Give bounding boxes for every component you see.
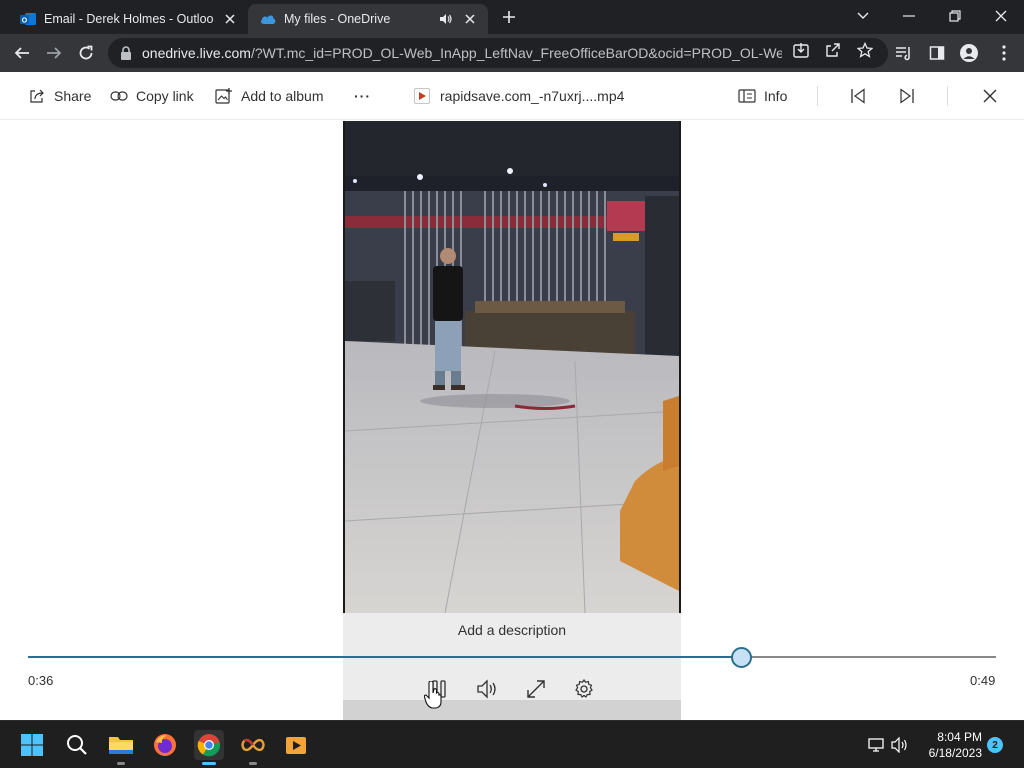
next-item-button[interactable] <box>895 84 919 108</box>
windows-start-icon[interactable] <box>17 730 47 760</box>
current-time: 0:36 <box>28 673 54 688</box>
more-options-label: ··· <box>354 88 371 104</box>
info-label: Info <box>764 88 788 104</box>
seek-bar-progress <box>28 656 741 658</box>
close-icon <box>983 89 997 103</box>
file-name-label: rapidsave.com_-n7uxrj....mp4 <box>440 88 625 104</box>
network-icon[interactable] <box>866 735 886 755</box>
tab-title: My files - OneDrive <box>284 12 391 26</box>
video-content <box>345 121 679 613</box>
close-viewer-button[interactable] <box>978 84 1002 108</box>
close-tab-icon[interactable] <box>462 11 478 27</box>
share-label: Share <box>54 88 92 104</box>
previous-item-button[interactable] <box>846 84 870 108</box>
notification-badge[interactable]: 2 <box>987 737 1003 753</box>
browser-toolbar: onedrive.live.com/?WT.mc_id=PROD_OL-Web_… <box>0 34 1024 72</box>
forward-icon[interactable] <box>42 41 66 65</box>
onedrive-icon <box>260 11 276 27</box>
address-bar[interactable]: onedrive.live.com/?WT.mc_id=PROD_OL-Web_… <box>108 38 888 68</box>
video-frame[interactable]: Add a description <box>343 121 681 720</box>
search-icon[interactable] <box>62 730 92 760</box>
fullscreen-button[interactable] <box>523 677 549 701</box>
outlook-icon: O <box>20 11 36 27</box>
share-icon <box>28 87 46 105</box>
viewer-command-bar: Share Copy link Add to album ··· rapidsa… <box>0 72 1024 120</box>
url-path: /?WT.mc_id=PROD_OL-Web_InApp_LeftNav_Fre… <box>250 45 782 61</box>
reload-icon[interactable] <box>74 41 98 65</box>
description-field[interactable]: Add a description <box>343 622 681 638</box>
info-pane-icon <box>738 87 756 105</box>
install-app-icon[interactable] <box>792 41 810 59</box>
lock-icon[interactable] <box>120 46 132 60</box>
browser-tab-strip: O Email - Derek Holmes - Outlook My file… <box>0 0 1024 34</box>
restore-icon[interactable] <box>932 0 978 32</box>
volume-tray-icon[interactable] <box>890 735 910 755</box>
album-icon <box>215 87 233 105</box>
add-to-album-button[interactable]: Add to album <box>215 84 324 108</box>
expand-icon <box>527 680 545 698</box>
side-panel-icon[interactable] <box>927 43 947 63</box>
bookmark-star-icon[interactable] <box>856 41 874 59</box>
settings-button[interactable] <box>571 677 597 701</box>
back-icon[interactable] <box>10 41 34 65</box>
share-page-icon[interactable] <box>824 41 842 59</box>
media-player-icon[interactable] <box>281 730 311 760</box>
duration: 0:49 <box>970 673 996 688</box>
next-icon <box>900 88 914 104</box>
chrome-icon[interactable] <box>194 730 224 765</box>
close-window-icon[interactable] <box>978 0 1024 32</box>
copy-link-label: Copy link <box>136 88 194 104</box>
clock-time: 8:04 PM <box>937 730 982 744</box>
new-tab-icon[interactable] <box>498 6 520 28</box>
file-explorer-icon[interactable] <box>106 730 136 765</box>
divider <box>817 86 818 106</box>
info-button[interactable]: Info <box>738 84 787 108</box>
volume-icon <box>477 679 496 699</box>
url-host: onedrive.live.com <box>142 45 251 61</box>
firefox-icon[interactable] <box>150 730 180 760</box>
hand-cursor-icon <box>424 681 442 709</box>
file-name: rapidsave.com_-n7uxrj....mp4 <box>414 84 624 108</box>
close-tab-icon[interactable] <box>222 11 238 27</box>
media-controls-icon[interactable] <box>894 43 914 63</box>
divider <box>947 86 948 106</box>
windows-taskbar: 8:04 PM 6/18/2023 2 <box>0 720 1024 768</box>
volume-button[interactable] <box>475 677 501 701</box>
minimize-icon[interactable] <box>886 0 932 32</box>
media-viewer: Add a description 0:36 0:49 <box>0 121 1024 720</box>
more-options-button[interactable]: ··· <box>354 84 371 108</box>
video-file-icon <box>414 88 430 104</box>
copy-link-button[interactable]: Copy link <box>110 84 194 108</box>
system-clock[interactable]: 8:04 PM 6/18/2023 <box>912 729 982 761</box>
seek-thumb[interactable] <box>731 647 752 668</box>
tab-search-icon[interactable] <box>840 0 886 32</box>
infinity-app-icon[interactable] <box>238 730 268 765</box>
previous-icon <box>851 88 865 104</box>
more-menu-icon[interactable] <box>994 43 1014 63</box>
link-icon <box>110 87 128 105</box>
gear-icon <box>575 678 593 698</box>
share-button[interactable]: Share <box>28 84 91 108</box>
speaker-icon[interactable] <box>438 11 454 27</box>
profile-icon[interactable] <box>959 43 979 63</box>
add-to-album-label: Add to album <box>241 88 324 104</box>
clock-date: 6/18/2023 <box>928 746 982 760</box>
tab-onedrive[interactable]: My files - OneDrive <box>248 4 488 34</box>
url-text: onedrive.live.com/?WT.mc_id=PROD_OL-Web_… <box>142 45 782 61</box>
tab-title: Email - Derek Holmes - Outlook <box>44 12 215 26</box>
tab-outlook[interactable]: O Email - Derek Holmes - Outlook <box>8 4 248 34</box>
svg-text:O: O <box>22 18 28 25</box>
